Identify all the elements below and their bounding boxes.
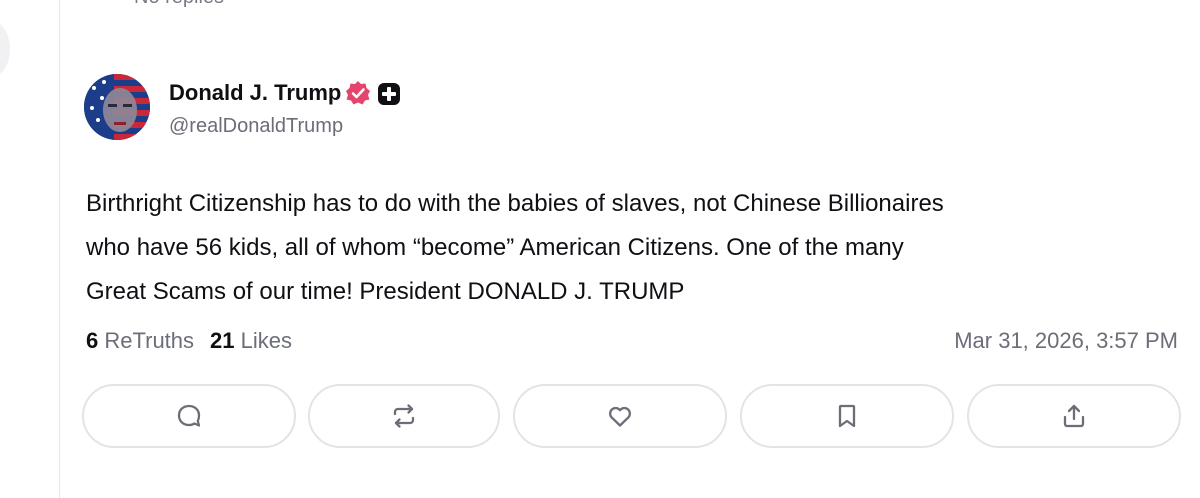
retruths-count: 6 [86,328,99,353]
likes-count: 21 [210,328,235,353]
author-handle[interactable]: @realDonaldTrump [169,115,343,138]
like-button[interactable] [513,384,727,448]
share-icon [1063,404,1085,428]
bookmark-button[interactable] [740,384,954,448]
retruths-label: ReTruths [104,328,195,353]
side-nav-tab[interactable] [0,20,10,78]
retruths-stat[interactable]: 6 ReTruths [86,328,194,353]
truth-post-view: No replies Donald J. Trump [0,0,1200,498]
thread-divider [59,0,60,498]
post-timestamp[interactable]: Mar 31, 2026, 3:57 PM [954,328,1178,354]
post-stats: 6 ReTruths 21 Likes [86,328,292,354]
post-text: Birthright Citizenship has to do with th… [86,182,1186,314]
verified-badge-icon [346,81,370,105]
repost-icon [393,404,415,428]
bookmark-icon [838,404,856,428]
likes-label: Likes [240,328,292,353]
avatar-image [84,74,150,140]
post-text-line: Birthright Citizenship has to do with th… [86,190,944,217]
avatar[interactable] [84,74,150,140]
likes-stat[interactable]: 21 Likes [210,328,292,353]
reply-button[interactable] [82,384,296,448]
truth-plus-icon [378,83,400,105]
author-display-name[interactable]: Donald J. Trump [169,80,341,106]
post-text-line: who have 56 kids, all of whom “become” A… [86,234,904,261]
share-button[interactable] [967,384,1181,448]
post-text-line: Great Scams of our time! President DONAL… [86,278,685,305]
previous-replies-label: No replies [134,0,224,9]
comment-icon [177,404,201,427]
heart-icon [609,406,631,427]
retruth-button[interactable] [308,384,500,448]
